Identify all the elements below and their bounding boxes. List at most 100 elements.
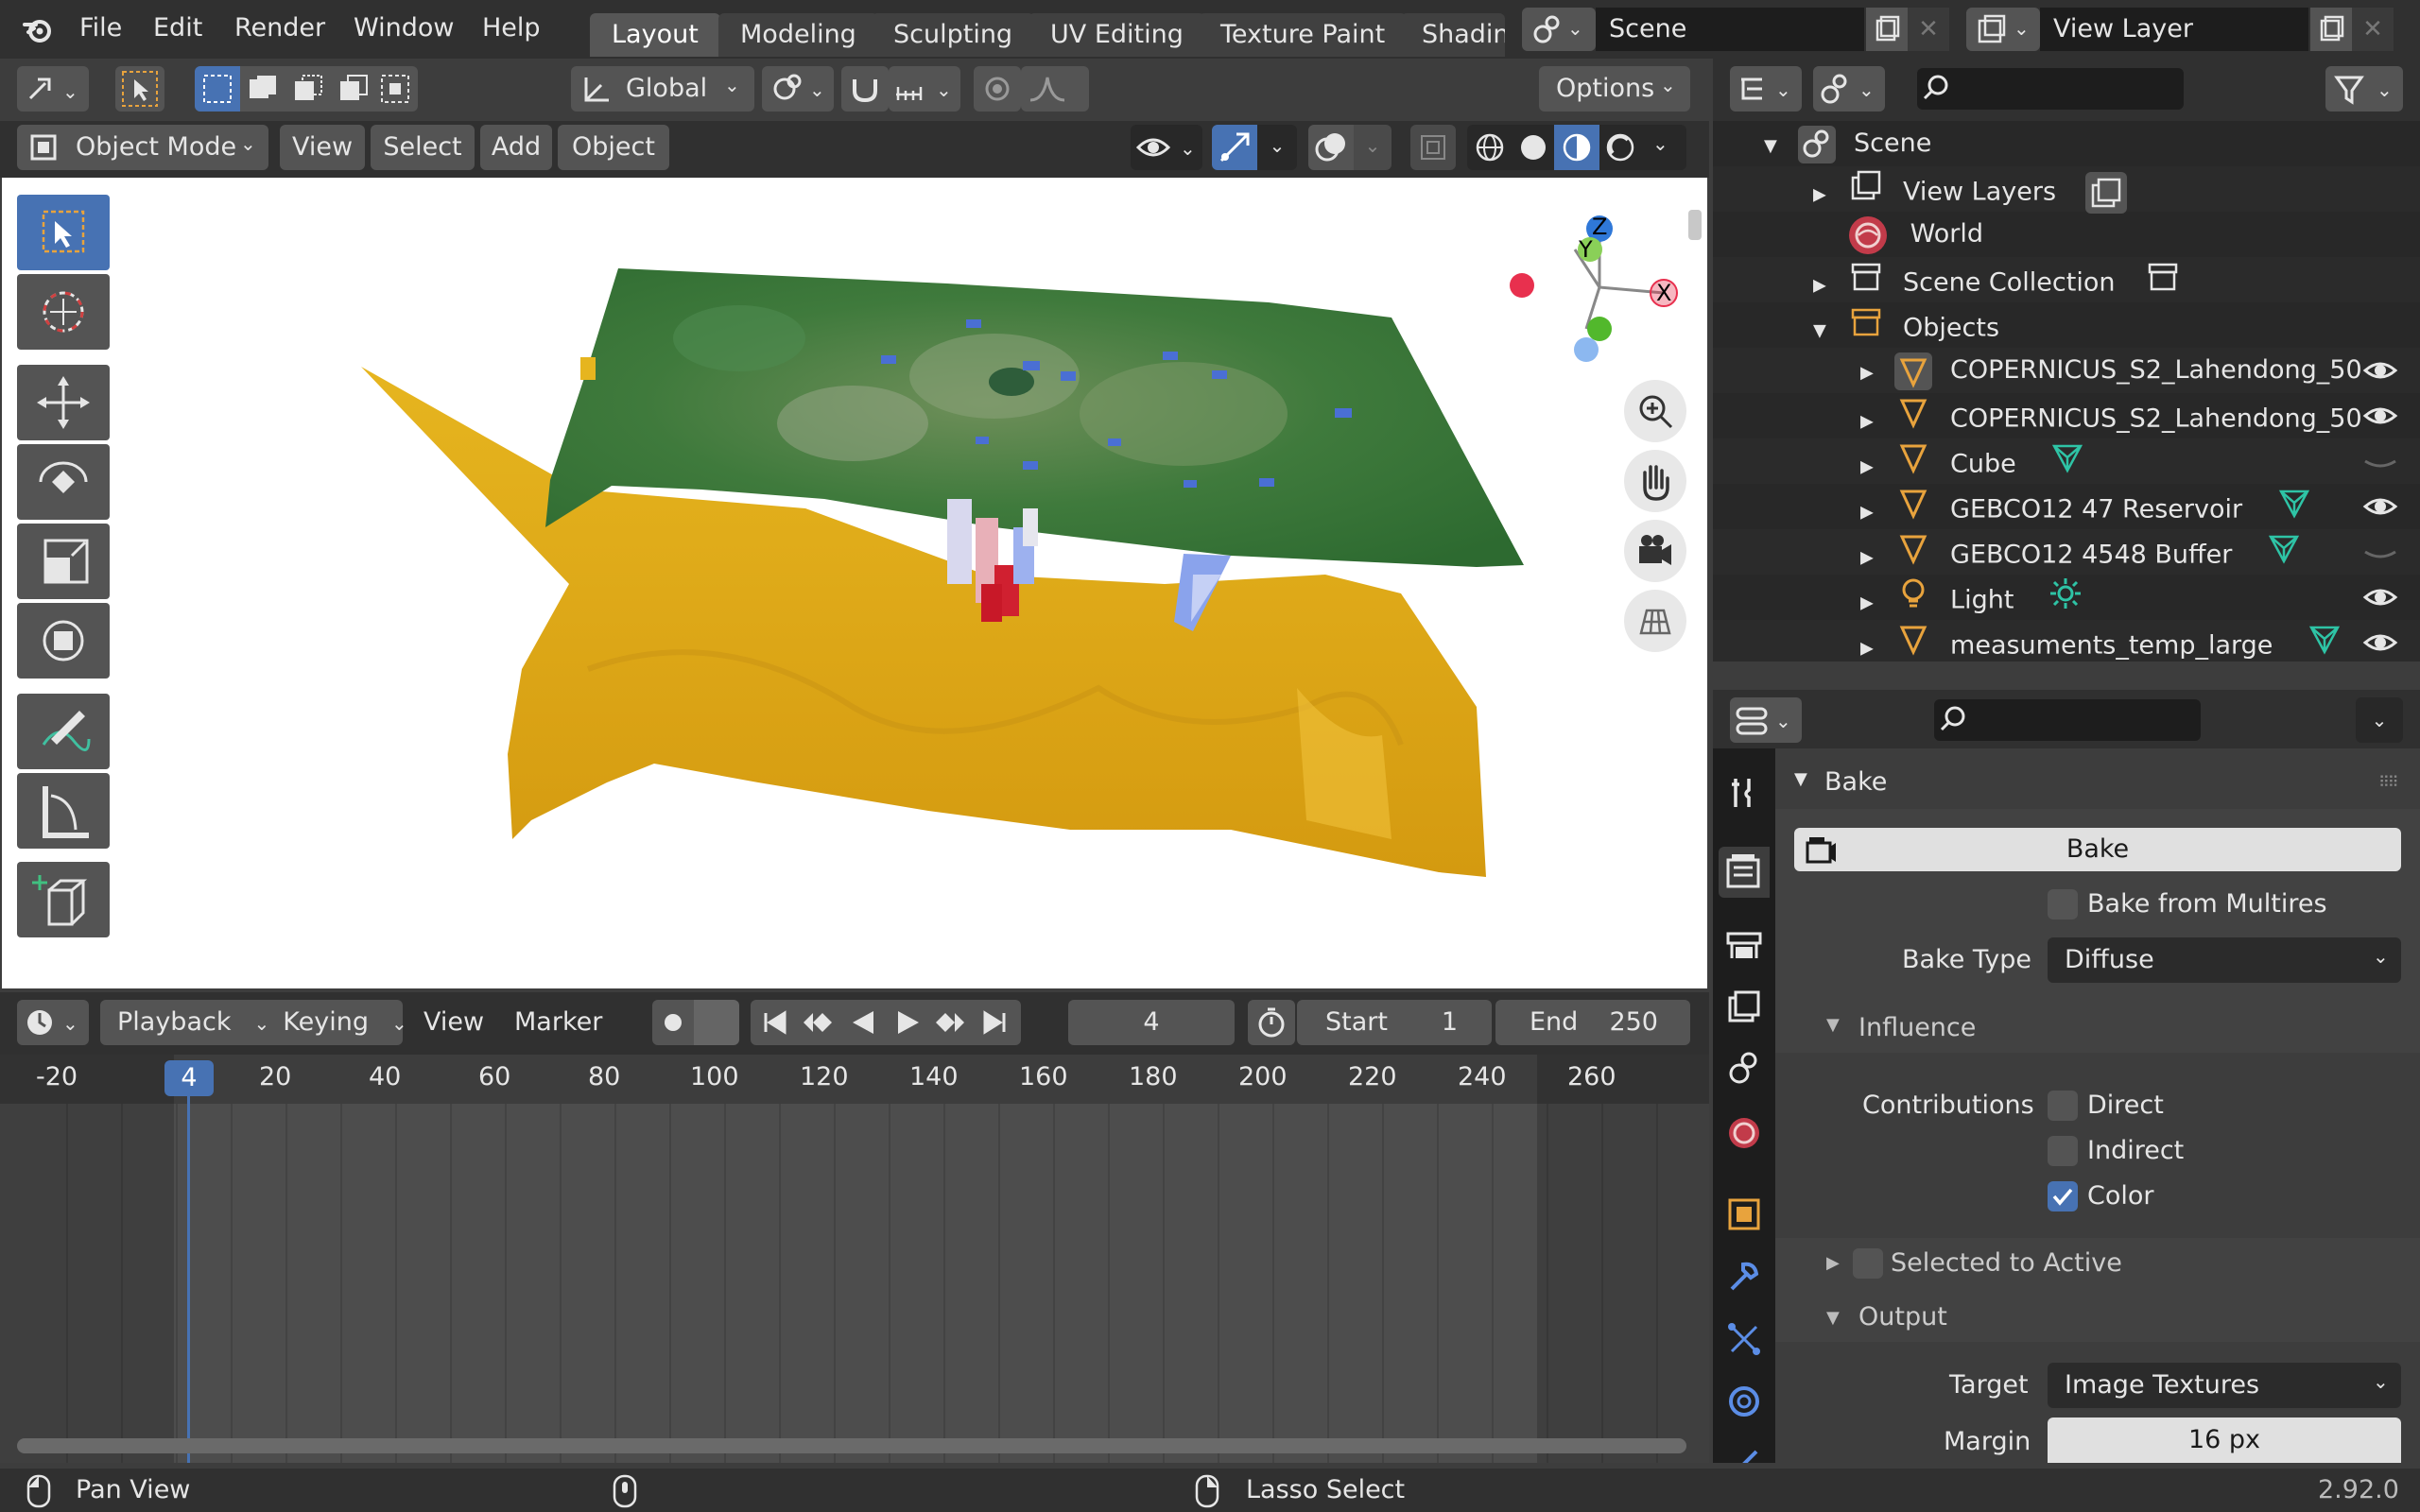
menu-select[interactable]: Select [371, 125, 475, 170]
properties-editor-type-button[interactable]: ⌄ [1730, 697, 1802, 743]
pivot-point-dropdown[interactable]: ⌄ [762, 66, 834, 112]
visibility-dropdown[interactable]: ⌄ [1131, 125, 1202, 170]
preview-range-button[interactable] [1248, 1000, 1295, 1045]
cursor-tool[interactable] [17, 274, 110, 350]
tab-modeling[interactable]: Modeling [718, 13, 878, 57]
menu-edit[interactable]: Edit [153, 0, 202, 57]
expand-triangle-icon[interactable]: ▶ [1860, 548, 1874, 568]
menu-window[interactable]: Window [354, 0, 454, 57]
wireframe-shading-icon[interactable] [1471, 129, 1509, 170]
zoom-button[interactable] [1624, 380, 1686, 442]
collapse-triangle-icon[interactable]: ▼ [1826, 1308, 1840, 1328]
material-preview-shading-icon[interactable] [1554, 125, 1599, 170]
overlays-dropdown[interactable]: ⌄ [1354, 125, 1392, 170]
tab-shading[interactable]: Shadin [1401, 13, 1505, 57]
annotate-tool[interactable] [17, 694, 110, 769]
menu-view[interactable]: View [280, 125, 365, 170]
select-intersect-icon[interactable] [372, 66, 418, 112]
particles-tab-icon[interactable] [1722, 1317, 1766, 1365]
outliner-row-scene[interactable]: ▼ Scene [1764, 121, 1931, 166]
menu-marker[interactable]: Marker [514, 1000, 602, 1045]
proportional-editing-button[interactable] [974, 66, 1021, 112]
proportional-falloff-dropdown[interactable] [1021, 66, 1089, 112]
expand-triangle-icon[interactable]: ▶ [1860, 639, 1874, 659]
blender-logo-icon[interactable] [21, 13, 53, 45]
rendered-shading-icon[interactable] [1601, 129, 1639, 170]
expand-triangle-icon[interactable]: ▶ [1860, 412, 1874, 432]
selected-to-active-checkbox[interactable] [1853, 1248, 1883, 1279]
solid-shading-icon[interactable] [1514, 129, 1552, 170]
expand-triangle-icon[interactable]: ▶ [1860, 593, 1874, 613]
start-frame-field[interactable]: Start 1 [1297, 1000, 1492, 1045]
gizmo-dropdown[interactable]: ⌄ [1257, 125, 1297, 170]
prev-keyframe-icon[interactable] [796, 1000, 839, 1049]
jump-end-icon[interactable] [974, 1000, 1017, 1049]
move-tool[interactable] [17, 365, 110, 440]
outliner-row-objects[interactable]: ▼ Objects [1813, 302, 1999, 348]
collapse-triangle-icon[interactable]: ▼ [1813, 321, 1826, 341]
direct-checkbox[interactable] [2048, 1091, 2078, 1121]
indirect-checkbox[interactable] [2048, 1136, 2078, 1166]
measure-tool[interactable] [17, 773, 110, 849]
rotate-tool[interactable] [17, 444, 110, 520]
menu-add[interactable]: Add [480, 125, 552, 170]
constraints-tab-icon[interactable] [1722, 1442, 1766, 1463]
influence-subpanel-title[interactable]: Influence [1858, 1009, 1976, 1047]
select-difference-icon[interactable] [331, 66, 376, 112]
outliner-search-input[interactable] [1917, 68, 2184, 110]
gizmo-toggle-button[interactable] [1212, 125, 1257, 170]
scene-tab-icon[interactable] [1722, 1047, 1766, 1094]
record-button[interactable] [652, 1000, 694, 1045]
outliner-editor-type-button[interactable]: ⌄ [1730, 66, 1802, 112]
eye-closed-icon[interactable] [2361, 533, 2399, 575]
tab-texture-paint[interactable]: Texture Paint [1199, 13, 1408, 57]
properties-options-dropdown[interactable]: ⌄ [2356, 697, 2403, 743]
object-tab-icon[interactable] [1722, 1193, 1766, 1240]
bake-type-dropdown[interactable]: Diffuse [2048, 937, 2401, 983]
eye-icon[interactable] [2361, 397, 2399, 438]
timeline-scrollbar[interactable] [17, 1438, 1686, 1453]
select-subtract-icon[interactable] [285, 66, 331, 112]
editor-type-button[interactable]: ⌄ [17, 66, 89, 112]
outliner-row-scene-collection[interactable]: ▶ Scene Collection [1813, 257, 2182, 302]
next-keyframe-icon[interactable] [928, 1000, 972, 1049]
new-view-layer-button[interactable] [2310, 8, 2352, 51]
snap-mode-dropdown[interactable]: ⌄ [889, 66, 960, 112]
play-icon[interactable] [885, 1000, 928, 1049]
add-cube-tool[interactable] [17, 862, 110, 937]
pan-button[interactable] [1624, 450, 1686, 512]
xray-toggle-button[interactable] [1410, 125, 1456, 170]
expand-triangle-icon[interactable]: ▶ [1860, 503, 1874, 523]
terrain-scene[interactable] [2, 178, 1707, 988]
menu-object[interactable]: Object [558, 125, 669, 170]
physics-tab-icon[interactable] [1722, 1380, 1766, 1427]
expand-triangle-icon[interactable]: ▶ [1813, 276, 1826, 296]
modifier-tab-icon[interactable] [1722, 1255, 1766, 1302]
eye-icon[interactable] [2361, 352, 2399, 393]
tab-layout[interactable]: Layout [590, 13, 720, 57]
auto-keying-options[interactable] [694, 1000, 739, 1045]
transform-tool[interactable] [17, 603, 110, 679]
jump-start-icon[interactable] [752, 1000, 796, 1049]
outliner-row-object[interactable]: ▶ measuments_temp_large [1860, 620, 2343, 665]
select-new-icon[interactable] [195, 66, 240, 112]
play-reverse-icon[interactable] [841, 1000, 885, 1049]
playback-menu[interactable]: Playback ⌄ Keying ⌄ [100, 1000, 407, 1045]
outliner-row-object[interactable]: ▶ GEBCO12 47 Reservoir [1860, 484, 2313, 529]
close-icon[interactable]: ✕ [2352, 8, 2394, 51]
select-box-tool[interactable] [17, 195, 110, 270]
overlays-toggle-button[interactable] [1308, 125, 1354, 170]
tab-sculpting[interactable]: Sculpting [872, 13, 1035, 57]
current-frame-field[interactable]: 4 [1068, 1000, 1235, 1045]
menu-file[interactable]: File [79, 0, 122, 57]
drag-handle-icon[interactable]: ⠿⠿ [2378, 773, 2398, 791]
eye-icon[interactable] [2361, 578, 2399, 620]
close-icon[interactable]: ✕ [1908, 8, 1949, 51]
color-checkbox[interactable] [2048, 1181, 2078, 1211]
new-scene-button[interactable] [1866, 8, 1908, 51]
bake-button[interactable]: Bake [1794, 828, 2401, 871]
view-layer-tab-icon[interactable] [1722, 985, 1766, 1032]
expand-triangle-icon[interactable]: ▶ [1860, 363, 1874, 383]
collapse-triangle-icon[interactable]: ▼ [1764, 136, 1777, 156]
tab-uv-editing[interactable]: UV Editing [1028, 13, 1205, 57]
